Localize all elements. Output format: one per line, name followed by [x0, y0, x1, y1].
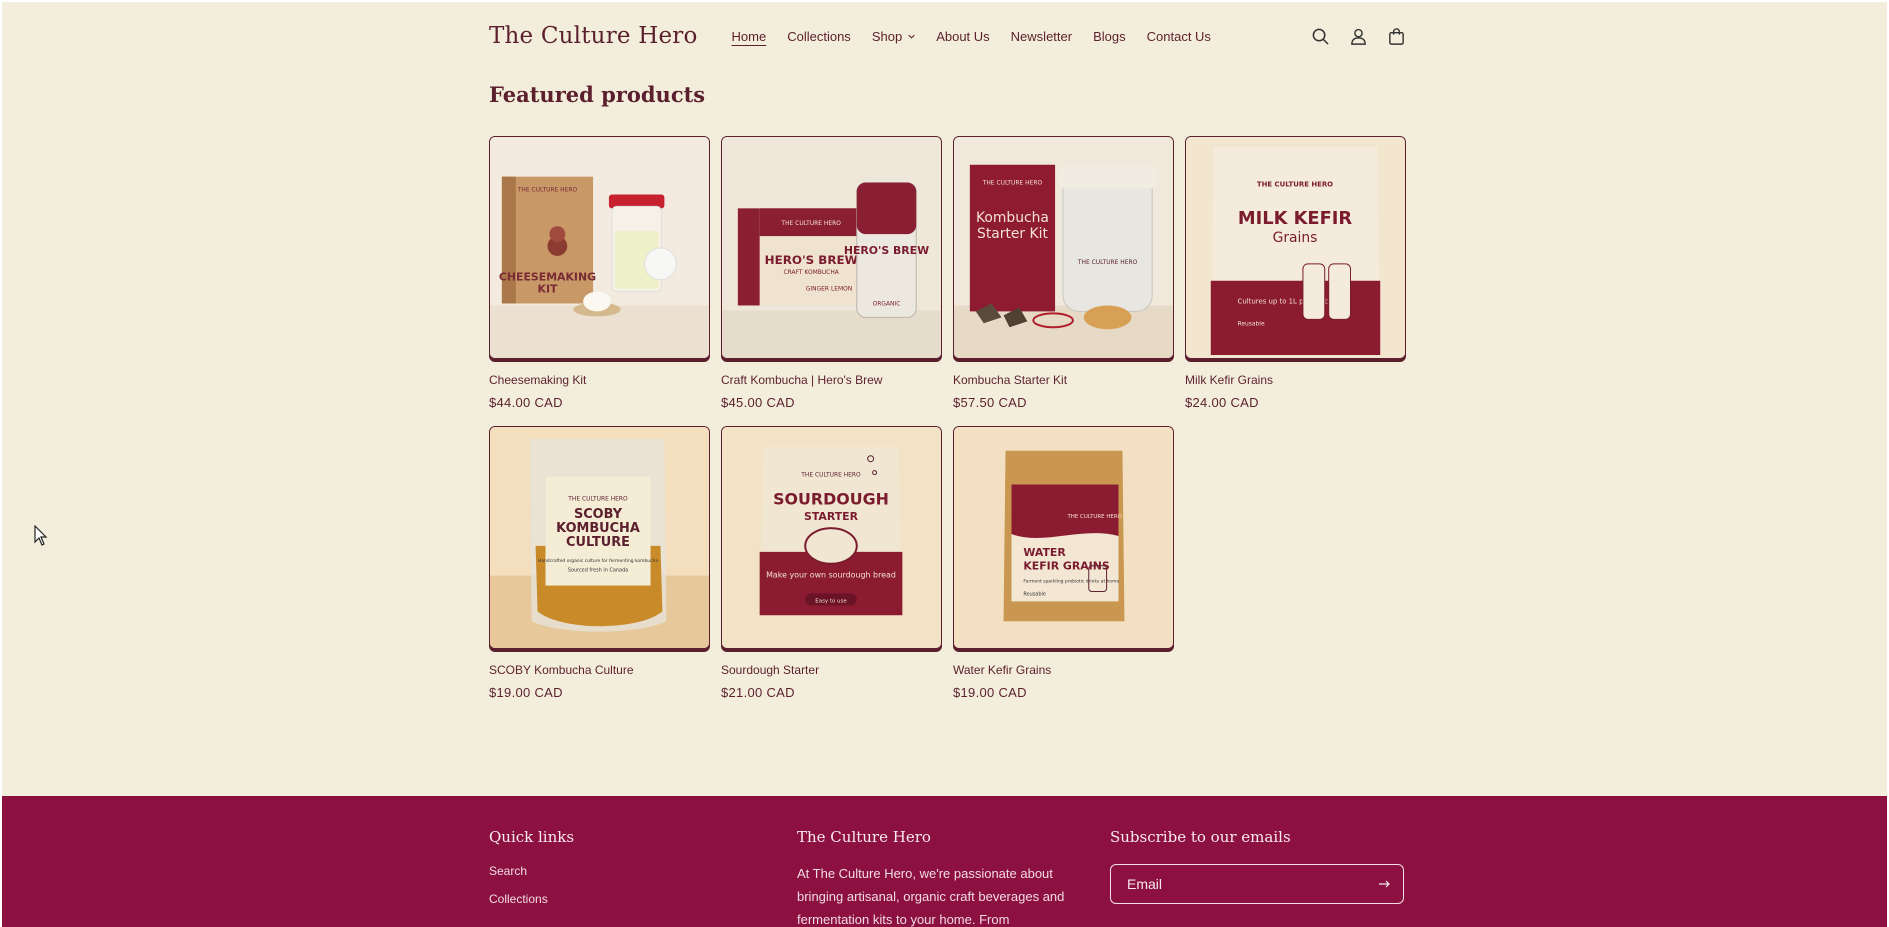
product-price: $57.50 CAD [953, 395, 1027, 410]
product-image[interactable]: THE CULTURE HERO HERO'S BREW CRAFT KOMBU… [721, 136, 942, 359]
footer-subscribe: Subscribe to our emails [1110, 828, 1404, 904]
mouse-cursor-icon [34, 525, 48, 546]
footer-link-collections[interactable]: Collections [489, 892, 574, 906]
product-grid: THE CULTURE HERO CHEESEMAKING KIT Cheese… [489, 136, 1406, 700]
svg-text:Grains: Grains [1273, 230, 1318, 246]
svg-text:WATER: WATER [1023, 546, 1066, 559]
product-card[interactable]: THE CULTURE HERO MILK KEFIR Grains Cultu… [1185, 136, 1406, 410]
product-title[interactable]: Craft Kombucha | Hero's Brew [721, 373, 942, 387]
product-image[interactable]: THE CULTURE HERO WATER KEFIR GRAINS Ferm… [953, 426, 1174, 649]
svg-text:THE CULTURE HERO: THE CULTURE HERO [567, 495, 628, 502]
product-card[interactable]: THE CULTURE HERO SCOBY KOMBUCHA CULTURE … [489, 426, 710, 700]
nav-blogs-label: Blogs [1093, 28, 1126, 44]
footer-link-search[interactable]: Search [489, 864, 574, 878]
product-card[interactable]: THE CULTURE HERO WATER KEFIR GRAINS Ferm… [953, 426, 1174, 700]
svg-text:CULTURE: CULTURE [566, 535, 630, 550]
nav-collections[interactable]: Collections [787, 29, 851, 44]
product-image[interactable]: THE CULTURE HERO Kombucha Starter Kit TH… [953, 136, 1174, 359]
product-price: $24.00 CAD [1185, 395, 1259, 410]
nav-about[interactable]: About Us [936, 29, 989, 44]
svg-text:Handcrafted organic culture fo: Handcrafted organic culture for fermenti… [538, 558, 658, 564]
svg-text:GINGER LEMON: GINGER LEMON [806, 286, 852, 293]
nav-contact-label: Contact Us [1146, 28, 1211, 44]
quick-links-title: Quick links [489, 828, 575, 846]
svg-text:Make your own sourdough bread: Make your own sourdough bread [766, 571, 896, 580]
svg-text:MILK KEFIR: MILK KEFIR [1238, 208, 1353, 229]
product-card[interactable]: THE CULTURE HERO SOURDOUGH STARTER Make … [721, 426, 942, 700]
product-title[interactable]: Milk Kefir Grains [1185, 373, 1406, 387]
email-signup-box [1110, 864, 1404, 904]
product-title[interactable]: Kombucha Starter Kit [953, 373, 1174, 387]
footer-quick-links: Quick links Search Collections [489, 828, 574, 906]
footer-about-title: The Culture Hero [797, 828, 931, 846]
nav-collections-label: Collections [787, 28, 851, 44]
nav-shop-label: Shop [871, 28, 903, 44]
nav-home[interactable]: Home [732, 29, 767, 44]
account-icon[interactable] [1349, 27, 1368, 46]
svg-text:THE CULTURE HERO: THE CULTURE HERO [1257, 181, 1333, 189]
svg-text:THE CULTURE HERO: THE CULTURE HERO [1066, 514, 1121, 520]
nav-newsletter-label: Newsletter [1010, 28, 1073, 44]
product-price: $19.00 CAD [489, 685, 563, 700]
product-title[interactable]: SCOBY Kombucha Culture [489, 663, 710, 677]
nav-newsletter[interactable]: Newsletter [1011, 29, 1072, 44]
svg-text:CRAFT KOMBUCHA: CRAFT KOMBUCHA [783, 269, 839, 276]
email-field[interactable] [1127, 876, 1379, 892]
product-image[interactable]: THE CULTURE HERO CHEESEMAKING KIT [489, 136, 710, 359]
product-card[interactable]: THE CULTURE HERO HERO'S BREW CRAFT KOMBU… [721, 136, 942, 410]
svg-text:KIT: KIT [538, 283, 558, 296]
store-logo[interactable]: The Culture Hero [489, 23, 698, 49]
svg-text:SCOBY: SCOBY [574, 507, 623, 522]
footer-about-text: At The Culture Hero, we're passionate ab… [797, 866, 1065, 927]
cart-icon[interactable] [1387, 27, 1406, 46]
svg-text:SOURDOUGH: SOURDOUGH [773, 489, 889, 508]
product-price: $44.00 CAD [489, 395, 563, 410]
svg-text:STARTER: STARTER [804, 510, 859, 523]
product-price: $21.00 CAD [721, 685, 795, 700]
product-image[interactable]: THE CULTURE HERO SOURDOUGH STARTER Make … [721, 426, 942, 649]
chevron-down-icon [908, 34, 915, 39]
search-icon[interactable] [1311, 27, 1330, 46]
product-price: $19.00 CAD [953, 685, 1027, 700]
svg-text:Easy to use: Easy to use [815, 598, 847, 604]
product-title[interactable]: Sourdough Starter [721, 663, 942, 677]
subscribe-title: Subscribe to our emails [1110, 828, 1291, 846]
product-price: $45.00 CAD [721, 395, 795, 410]
nav-home-label: Home [731, 28, 767, 44]
svg-text:ORGANIC: ORGANIC [873, 300, 901, 307]
svg-text:THE CULTURE HERO: THE CULTURE HERO [517, 187, 578, 194]
product-title[interactable]: Cheesemaking Kit [489, 373, 710, 387]
nav-contact[interactable]: Contact Us [1147, 29, 1211, 44]
svg-text:Starter Kit: Starter Kit [977, 226, 1048, 242]
product-title[interactable]: Water Kefir Grains [953, 663, 1174, 677]
featured-products-title: Featured products [489, 82, 706, 107]
site-footer: Quick links Search Collections The Cultu… [2, 796, 1887, 927]
product-image[interactable]: THE CULTURE HERO MILK KEFIR Grains Cultu… [1185, 136, 1406, 359]
svg-text:Sourced fresh in Canada: Sourced fresh in Canada [568, 568, 629, 574]
svg-text:HERO'S BREW: HERO'S BREW [844, 244, 929, 257]
svg-text:THE CULTURE HERO: THE CULTURE HERO [780, 220, 841, 227]
nav-blogs[interactable]: Blogs [1093, 29, 1126, 44]
svg-text:Reusable: Reusable [1238, 320, 1265, 327]
svg-text:Reusable: Reusable [1023, 591, 1046, 597]
svg-text:Kombucha: Kombucha [976, 210, 1049, 226]
svg-text:Ferment sparkling probiotic dr: Ferment sparkling probiotic drinks at ho… [1023, 579, 1119, 585]
nav-about-label: About Us [936, 28, 990, 44]
nav-shop[interactable]: Shop [872, 29, 915, 44]
svg-text:THE CULTURE HERO: THE CULTURE HERO [982, 180, 1043, 187]
product-image[interactable]: THE CULTURE HERO SCOBY KOMBUCHA CULTURE … [489, 426, 710, 649]
svg-text:KOMBUCHA: KOMBUCHA [556, 521, 640, 536]
product-card[interactable]: THE CULTURE HERO CHEESEMAKING KIT Cheese… [489, 136, 710, 410]
product-card[interactable]: THE CULTURE HERO Kombucha Starter Kit TH… [953, 136, 1174, 410]
footer-about: The Culture Hero At The Culture Hero, we… [797, 828, 1097, 927]
svg-text:THE CULTURE HERO: THE CULTURE HERO [800, 472, 861, 479]
header-icons [1311, 27, 1406, 46]
svg-text:THE CULTURE HERO: THE CULTURE HERO [1077, 259, 1138, 266]
arrow-right-icon[interactable] [1379, 879, 1391, 889]
main-nav: Home Collections Shop About Us Newslette… [732, 29, 1232, 44]
site-header: The Culture Hero Home Collections Shop A… [489, 14, 1406, 58]
